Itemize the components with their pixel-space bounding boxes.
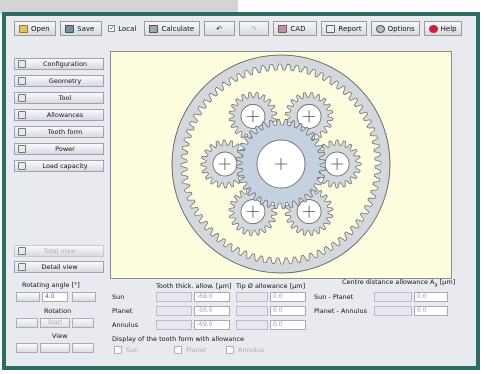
annulus-display-label: Annulus (238, 346, 265, 354)
planetary-gear-drawing (171, 54, 391, 274)
calculate-button[interactable]: Calculate (144, 21, 200, 36)
app-window: Open Save ✓ Local Calculate ↶ ↷ CAD Repo… (6, 16, 476, 366)
sun-tip-input[interactable]: 0.0 (270, 292, 306, 302)
open-button[interactable]: Open (14, 21, 57, 36)
centre-distance-header: Centre distance allowance Aa [µm] (342, 278, 456, 289)
sun-display-label: Sun (126, 346, 139, 354)
total-view-button[interactable]: Total view (14, 245, 104, 257)
sun-planet-input[interactable]: 0.0 (414, 292, 448, 302)
undo-button[interactable]: ↶ (203, 21, 235, 36)
help-icon (428, 24, 438, 33)
rotation-back-button[interactable] (16, 318, 38, 328)
rotate-cw-button[interactable] (72, 292, 96, 302)
display-tooth-form-label: Display of the tooth form with allowance (112, 335, 244, 343)
calculator-icon (149, 24, 159, 33)
planet-tooth-spinner[interactable] (156, 306, 192, 316)
help-button[interactable]: Help (423, 21, 462, 36)
save-button[interactable]: Save (60, 21, 103, 36)
rotation-forward-button[interactable] (72, 318, 94, 328)
tooth-thick-header: Tooth thick. allow. [µm] (156, 282, 232, 290)
redo-button[interactable]: ↷ (238, 21, 270, 36)
cad-icon (278, 24, 288, 33)
total-view-icon (18, 247, 26, 255)
sidebar-item-power[interactable]: Power (14, 143, 104, 155)
gear-canvas[interactable] (110, 51, 452, 279)
rotating-angle-label: Rotating angle [°] (22, 281, 80, 289)
sidebar-item-allowances[interactable]: Allowances (14, 109, 104, 121)
row-label-annulus: Annulus (112, 321, 139, 329)
redo-icon: ↷ (251, 24, 257, 33)
sun-planet-spinner[interactable] (374, 292, 412, 302)
sidebar-item-tool[interactable]: Tool (14, 92, 104, 104)
app-frame: Open Save ✓ Local Calculate ↶ ↷ CAD Repo… (2, 12, 480, 370)
annulus-tooth-input[interactable]: -69.0 (194, 320, 230, 330)
row-label-planet: Planet (112, 307, 133, 315)
toolbar: Open Save ✓ Local Calculate ↶ ↷ CAD Repo… (14, 21, 462, 36)
check-icon: ✓ (108, 25, 116, 32)
tip-allowance-header: Tip Ø allowance [µm] (236, 282, 306, 290)
sun-tooth-input[interactable]: -69.0 (194, 292, 230, 302)
planet-tip-spinner[interactable] (236, 306, 268, 316)
sun-tooth-spinner[interactable] (156, 292, 192, 302)
save-icon (65, 24, 75, 33)
annulus-tooth-spinner[interactable] (156, 320, 192, 330)
detail-view-icon (18, 263, 26, 271)
view-center-button[interactable] (40, 343, 70, 353)
sidebar-item-configuration[interactable]: Configuration (14, 58, 104, 70)
detail-view-button[interactable]: Detail view (14, 261, 104, 273)
view-left-button[interactable] (16, 343, 38, 353)
annulus-tip-input[interactable]: 0.0 (270, 320, 306, 330)
sidebar-item-geometry[interactable]: Geometry (14, 75, 104, 87)
sun-tip-spinner[interactable] (236, 292, 268, 302)
row-label-sun: Sun (112, 293, 125, 301)
sidebar: Configuration Geometry Tool Allowances T… (14, 58, 104, 177)
sun-planet-label: Sun - Planet (314, 293, 354, 301)
local-checkbox[interactable]: ✓ Local (106, 21, 140, 36)
planet-annulus-spinner[interactable] (374, 306, 412, 316)
report-button[interactable]: Report (321, 21, 367, 36)
annulus-tip-spinner[interactable] (236, 320, 268, 330)
planet-display-label: Planet (186, 346, 207, 354)
gear-icon (375, 24, 385, 33)
undo-icon: ↶ (216, 24, 223, 33)
rotation-label: Rotation (44, 307, 72, 315)
folder-icon (19, 24, 28, 33)
planet-annulus-label: Planet - Annulus (314, 307, 367, 315)
sidebar-item-load-capacity[interactable]: Load capacity (14, 160, 104, 172)
view-label: View (52, 332, 68, 340)
annulus-display-checkbox[interactable] (226, 346, 234, 354)
planet-tip-input[interactable]: 0.0 (270, 306, 306, 316)
view-right-button[interactable] (72, 343, 94, 353)
rotate-ccw-button[interactable] (16, 292, 40, 302)
planet-tooth-input[interactable]: -50.0 (194, 306, 230, 316)
cad-button[interactable]: CAD (273, 21, 318, 36)
report-icon (326, 24, 336, 33)
rotation-start-button[interactable]: Start (40, 318, 70, 328)
planet-annulus-input[interactable]: 0.0 (414, 306, 448, 316)
options-button[interactable]: Options (370, 21, 420, 36)
rotating-angle-input[interactable]: 4.0 (42, 292, 68, 302)
planet-display-checkbox[interactable] (174, 346, 182, 354)
sun-display-checkbox[interactable] (114, 346, 122, 354)
sidebar-item-tooth-form[interactable]: Tooth form (14, 126, 104, 138)
